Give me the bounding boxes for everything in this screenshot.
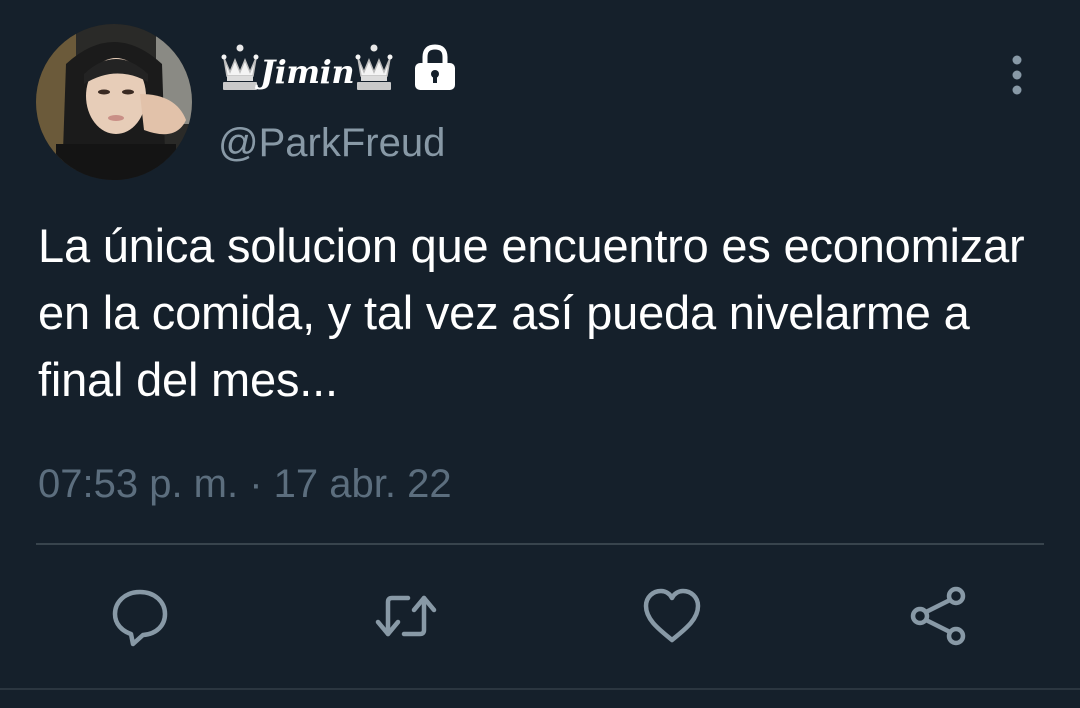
tweet-text: La única solucion que encuentro es econo… [38,219,1025,406]
share-icon [910,586,966,646]
heart-icon [643,588,701,643]
share-button[interactable] [906,584,970,648]
tweet-timestamp[interactable]: 07:53 p. m. · 17 abr. 22 [38,456,452,512]
chess-queen-icon [218,42,262,94]
divider [36,543,1044,545]
display-name: Jimin [260,53,355,91]
reply-button[interactable] [108,584,172,648]
avatar[interactable] [36,24,192,180]
user-handle[interactable]: @ParkFreud [218,118,445,168]
chess-queen-icon [352,42,396,94]
more-options-icon[interactable] [1000,52,1034,98]
like-button[interactable] [640,584,704,648]
retweet-icon [375,595,437,637]
tweet-card: Jimin @ParkFreud La única solucion que e… [0,0,1080,708]
divider [0,688,1080,690]
comment-icon [112,589,168,647]
lock-icon [412,44,458,92]
retweet-button[interactable] [374,584,438,648]
user-name-row[interactable]: Jimin [218,38,458,98]
